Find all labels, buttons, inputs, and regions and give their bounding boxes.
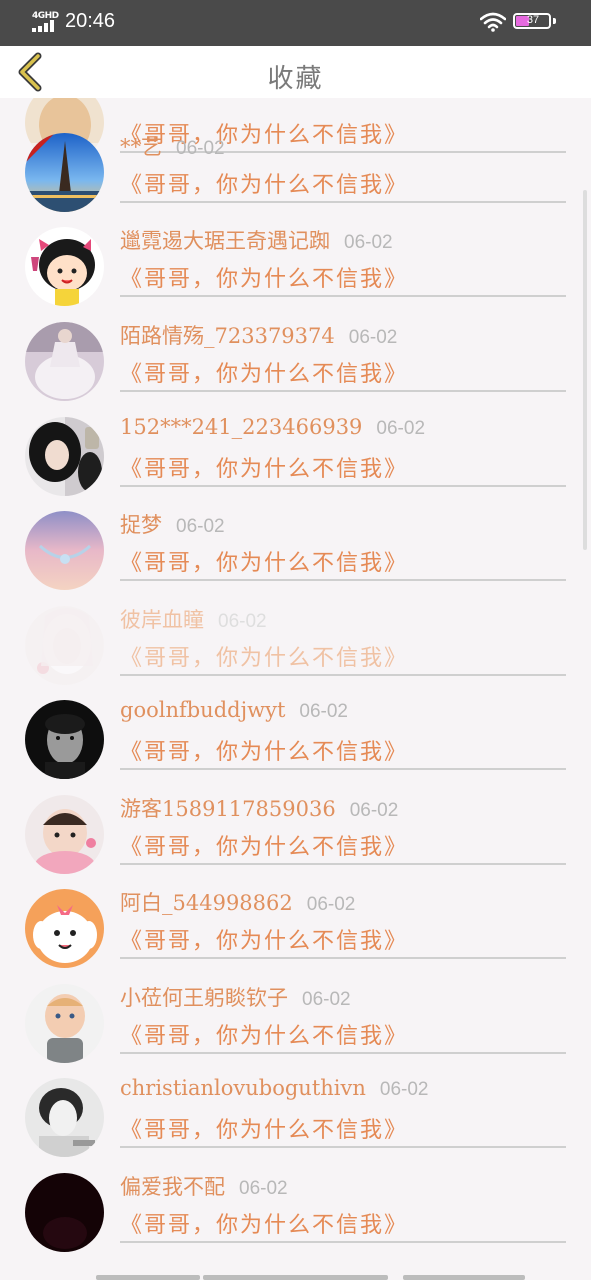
name-line: goolnfbuddjwyt 06-02 <box>120 698 348 723</box>
user-avatar[interactable] <box>25 322 104 401</box>
favorite-item[interactable]: 小莅何王躬睒钦子 06-02 《哥哥，你为什么不信我》 <box>0 976 591 1071</box>
user-avatar[interactable] <box>25 227 104 306</box>
user-name[interactable]: 152***241_223466939 <box>120 415 362 439</box>
divider <box>120 957 566 959</box>
divider <box>120 485 566 487</box>
favorite-item[interactable]: 彼岸血瞳 06-02 《哥哥，你为什么不信我》 <box>0 598 591 693</box>
story-title-link[interactable]: 《哥哥，你为什么不信我》 <box>120 261 408 293</box>
user-name[interactable]: 游客1589117859036 <box>120 797 336 821</box>
name-line: 阿白_544998862 06-02 <box>120 887 355 917</box>
divider <box>120 674 566 676</box>
favorite-item[interactable]: 偏爱我不配 06-02 《哥哥，你为什么不信我》 <box>0 1165 591 1260</box>
favorite-item[interactable]: 陌路情殇_723379374 06-02 《哥哥，你为什么不信我》 <box>0 314 591 409</box>
user-avatar[interactable] <box>25 606 104 685</box>
user-avatar[interactable] <box>25 795 104 874</box>
name-line: 游客1589117859036 06-02 <box>120 793 398 823</box>
favorite-date: 06-02 <box>349 800 399 821</box>
story-title-link[interactable]: 《哥哥，你为什么不信我》 <box>120 1018 408 1050</box>
divider <box>120 201 566 203</box>
favorite-date: 06-02 <box>176 138 225 159</box>
name-line: **艺 06-02 <box>120 131 225 161</box>
favorite-date: 06-02 <box>344 232 393 253</box>
divider <box>120 1052 566 1054</box>
favorite-item[interactable]: 阿白_544998862 06-02 《哥哥，你为什么不信我》 <box>0 881 591 976</box>
user-avatar[interactable] <box>25 133 104 212</box>
favorite-date: 06-02 <box>379 1079 429 1100</box>
favorite-date: 06-02 <box>376 418 426 439</box>
name-line: 152***241_223466939 06-02 <box>120 415 425 440</box>
favorite-date: 06-02 <box>239 1178 288 1199</box>
favorites-list: 《哥哥，你为什么不信我》 **艺 06-02 《哥哥，你为什么不信我》 邋霓逷大琚王奇遇… <box>0 0 591 1280</box>
story-title-link[interactable]: 《哥哥，你为什么不信我》 <box>120 734 408 766</box>
divider <box>120 1241 566 1243</box>
name-line: 彼岸血瞳 06-02 <box>120 604 267 634</box>
favorite-item[interactable]: goolnfbuddjwyt 06-02 《哥哥，你为什么不信我》 <box>0 692 591 787</box>
favorite-date: 06-02 <box>218 611 267 632</box>
user-avatar[interactable] <box>25 1078 104 1157</box>
user-avatar[interactable] <box>25 984 104 1063</box>
user-name[interactable]: 捉梦 <box>120 513 162 537</box>
divider <box>120 863 566 865</box>
next-row-edge <box>403 1275 525 1280</box>
divider <box>120 390 566 392</box>
user-avatar[interactable] <box>25 417 104 496</box>
user-name[interactable]: 邋霓逷大琚王奇遇记踟 <box>120 229 330 253</box>
user-name[interactable]: **艺 <box>120 135 162 159</box>
story-title-link[interactable]: 《哥哥，你为什么不信我》 <box>120 545 408 577</box>
story-title-link[interactable]: 《哥哥，你为什么不信我》 <box>120 451 408 483</box>
user-name[interactable]: 彼岸血瞳 <box>120 608 204 632</box>
favorite-item[interactable]: 捉梦 06-02 《哥哥，你为什么不信我》 <box>0 503 591 598</box>
user-name[interactable]: 阿白_544998862 <box>120 891 293 915</box>
story-title-link[interactable]: 《哥哥，你为什么不信我》 <box>120 1207 408 1239</box>
name-line: 邋霓逷大琚王奇遇记踟 06-02 <box>120 225 393 255</box>
name-line: 小莅何王躬睒钦子 06-02 <box>120 982 351 1012</box>
name-line: 捉梦 06-02 <box>120 509 225 539</box>
next-row-edge <box>96 1275 200 1280</box>
story-title-link[interactable]: 《哥哥，你为什么不信我》 <box>120 829 408 861</box>
page-title: 收藏 <box>267 64 324 94</box>
user-name[interactable]: 陌路情殇_723379374 <box>120 324 335 348</box>
user-name[interactable]: christianlovuboguthivn <box>120 1076 366 1100</box>
name-line: christianlovuboguthivn 06-02 <box>120 1076 429 1101</box>
user-name[interactable]: 小莅何王躬睒钦子 <box>120 986 288 1010</box>
user-avatar[interactable] <box>25 700 104 779</box>
user-avatar[interactable] <box>25 1173 104 1252</box>
next-row-edge <box>203 1275 388 1280</box>
favorite-item[interactable]: 152***241_223466939 06-02 《哥哥，你为什么不信我》 <box>0 409 591 504</box>
favorite-date: 06-02 <box>176 516 225 537</box>
user-avatar[interactable] <box>25 889 104 968</box>
divider <box>120 579 566 581</box>
scrollbar[interactable] <box>583 190 587 550</box>
divider <box>120 1146 566 1148</box>
favorite-date: 06-02 <box>348 327 398 348</box>
divider <box>120 295 566 297</box>
name-line: 陌路情殇_723379374 06-02 <box>120 320 397 350</box>
favorite-item[interactable]: 游客1589117859036 06-02 《哥哥，你为什么不信我》 <box>0 787 591 882</box>
story-title-link[interactable]: 《哥哥，你为什么不信我》 <box>120 923 408 955</box>
user-avatar[interactable] <box>25 511 104 590</box>
favorite-date: 06-02 <box>302 989 351 1010</box>
favorite-item[interactable]: christianlovuboguthivn 06-02 《哥哥，你为什么不信我》 <box>0 1070 591 1165</box>
story-title-link[interactable]: 《哥哥，你为什么不信我》 <box>120 640 408 672</box>
nav-header: 收藏 <box>0 46 591 98</box>
favorite-date: 06-02 <box>299 701 348 722</box>
user-name[interactable]: goolnfbuddjwyt <box>120 698 285 722</box>
favorite-item[interactable]: 邋霓逷大琚王奇遇记踟 06-02 《哥哥，你为什么不信我》 <box>0 219 591 314</box>
story-title-link[interactable]: 《哥哥，你为什么不信我》 <box>120 167 408 199</box>
story-title-link[interactable]: 《哥哥，你为什么不信我》 <box>120 1112 408 1144</box>
favorite-item[interactable]: **艺 06-02 《哥哥，你为什么不信我》 <box>0 125 591 220</box>
divider <box>120 768 566 770</box>
user-name[interactable]: 偏爱我不配 <box>120 1175 225 1199</box>
name-line: 偏爱我不配 06-02 <box>120 1171 288 1201</box>
favorite-date: 06-02 <box>306 894 356 915</box>
story-title-link[interactable]: 《哥哥，你为什么不信我》 <box>120 356 408 388</box>
